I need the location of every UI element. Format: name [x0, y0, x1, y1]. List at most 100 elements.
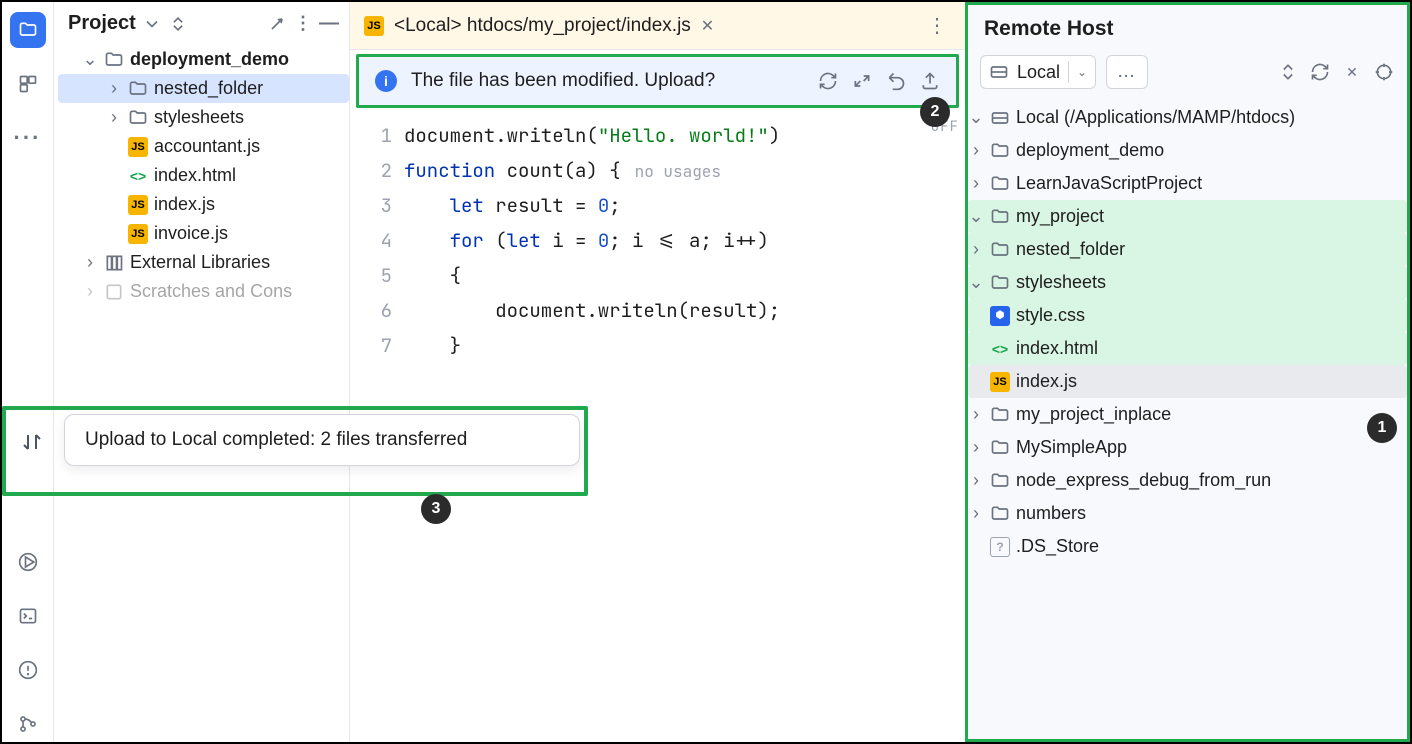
tree-external-libraries[interactable]: › External Libraries: [58, 248, 349, 277]
structure-icon[interactable]: [10, 66, 46, 102]
tree-file-accountant[interactable]: › JS accountant.js: [58, 132, 349, 161]
tree-label: index.js: [154, 194, 215, 215]
chevron-right-icon[interactable]: ›: [968, 173, 984, 194]
remote-folder-my-project[interactable]: ⌄ my_project: [968, 200, 1407, 233]
chevron-right-icon[interactable]: ›: [82, 281, 98, 302]
status-popup-highlight: Upload to Local completed: 2 files trans…: [2, 406, 588, 496]
status-popup: Upload to Local completed: 2 files trans…: [64, 414, 580, 466]
js-file-icon: JS: [990, 372, 1010, 392]
chevron-right-icon[interactable]: ›: [968, 239, 984, 260]
remote-tree: ⌄ Local (/Applications/MAMP/htdocs) › de…: [968, 101, 1407, 739]
chevron-right-icon[interactable]: ›: [106, 78, 122, 99]
more-horizontal-icon[interactable]: ···: [10, 120, 46, 156]
remote-file-css[interactable]: › ⬢ style.css: [968, 299, 1407, 332]
chevron-right-icon[interactable]: ›: [968, 140, 984, 161]
tree-scratches[interactable]: › Scratches and Cons: [58, 277, 349, 306]
project-tree: ⌄ deployment_demo › nested_folder › styl…: [54, 45, 349, 306]
tree-folder-nested[interactable]: › nested_folder: [58, 74, 349, 103]
remote-folder[interactable]: ⌄ stylesheets: [968, 266, 1407, 299]
chevron-down-icon[interactable]: ⌄: [968, 206, 984, 227]
folder-icon: [990, 405, 1010, 425]
more-vertical-icon[interactable]: ⋮: [923, 13, 951, 38]
remote-host-select-label: Local: [1017, 62, 1060, 83]
remote-folder[interactable]: › LearnJavaScriptProject: [968, 167, 1407, 200]
library-icon: [104, 253, 124, 273]
info-icon: i: [375, 70, 397, 92]
remote-file-js-selected[interactable]: › JS index.js: [968, 365, 1407, 398]
run-icon[interactable]: [10, 544, 46, 580]
js-file-icon: JS: [128, 195, 148, 215]
tree-file-index-js[interactable]: › JS index.js: [58, 190, 349, 219]
more-vertical-icon[interactable]: ⋮: [293, 13, 313, 34]
chevron-down-icon[interactable]: ⌄: [82, 49, 98, 70]
tree-label: Local (/Applications/MAMP/htdocs): [1016, 107, 1295, 128]
tree-label: .DS_Store: [1016, 536, 1099, 557]
editor-tab[interactable]: JS <Local> htdocs/my_project/index.js ✕ …: [350, 2, 965, 50]
remote-folder[interactable]: › MySimpleApp: [968, 431, 1407, 464]
tree-label: accountant.js: [154, 136, 260, 157]
refresh-icon[interactable]: [818, 71, 838, 91]
chevron-right-icon[interactable]: ›: [968, 437, 984, 458]
chevron-down-icon[interactable]: ⌄: [968, 107, 984, 128]
tree-label: Scratches and Cons: [130, 281, 292, 302]
tree-label: index.js: [1016, 371, 1077, 392]
project-tool-icon[interactable]: [10, 12, 46, 48]
remote-host-title: Remote Host: [968, 5, 1407, 51]
chevron-right-icon[interactable]: ›: [82, 252, 98, 273]
tree-label: MySimpleApp: [1016, 437, 1127, 458]
status-popup-text: Upload to Local completed: 2 files trans…: [85, 429, 467, 450]
tree-label: my_project: [1016, 206, 1104, 227]
chevron-down-icon[interactable]: [142, 14, 162, 34]
chevron-down-icon[interactable]: ⌄: [1077, 65, 1087, 79]
merge-icon[interactable]: [852, 71, 872, 91]
minimize-icon[interactable]: —: [319, 12, 339, 35]
chevron-right-icon[interactable]: ›: [968, 404, 984, 425]
remote-folder[interactable]: › nested_folder: [968, 233, 1407, 266]
tree-label: deployment_demo: [130, 49, 289, 70]
chevron-right-icon[interactable]: ›: [968, 503, 984, 524]
remote-file-unknown[interactable]: › ? .DS_Store: [968, 530, 1407, 563]
scratches-icon: [104, 282, 124, 302]
tree-label: LearnJavaScriptProject: [1016, 173, 1202, 194]
terminal-icon[interactable]: [10, 598, 46, 634]
problems-icon[interactable]: [10, 652, 46, 688]
tree-file-index-html[interactable]: › <> index.html: [58, 161, 349, 190]
folder-icon: [990, 273, 1010, 293]
close-icon[interactable]: ✕: [1341, 64, 1363, 81]
remote-host-select[interactable]: Local ⌄: [980, 55, 1096, 89]
remote-folder[interactable]: › deployment_demo: [968, 134, 1407, 167]
collapse-icon[interactable]: [267, 14, 287, 34]
refresh-icon[interactable]: [1309, 62, 1331, 82]
collapse-all-icon[interactable]: [1277, 62, 1299, 82]
undo-icon[interactable]: [886, 71, 906, 91]
css-file-icon: ⬢: [990, 306, 1010, 326]
js-file-icon: JS: [128, 137, 148, 157]
tree-file-invoice[interactable]: › JS invoice.js: [58, 219, 349, 248]
tree-label: nested_folder: [1016, 239, 1125, 260]
upload-notification: i The file has been modified. Upload? 2: [356, 54, 959, 108]
tree-label: index.html: [154, 165, 236, 186]
git-icon[interactable]: [10, 706, 46, 742]
remote-folder[interactable]: › numbers: [968, 497, 1407, 530]
tree-label: node_express_debug_from_run: [1016, 470, 1271, 491]
tree-label: deployment_demo: [1016, 140, 1164, 161]
upload-icon[interactable]: [920, 71, 940, 91]
remote-root[interactable]: ⌄ Local (/Applications/MAMP/htdocs): [968, 101, 1407, 134]
tree-folder-root[interactable]: ⌄ deployment_demo: [58, 45, 349, 74]
remote-file-html[interactable]: › <> index.html: [968, 332, 1407, 365]
html-file-icon: <>: [990, 339, 1010, 359]
js-file-icon: JS: [364, 16, 384, 36]
tree-label: invoice.js: [154, 223, 228, 244]
target-icon[interactable]: [1373, 62, 1395, 82]
chevron-right-icon[interactable]: ›: [106, 107, 122, 128]
more-button[interactable]: ...: [1106, 55, 1148, 89]
tab-title: <Local> htdocs/my_project/index.js: [394, 15, 691, 37]
chevron-down-icon[interactable]: ⌄: [968, 272, 984, 293]
tree-folder-stylesheets[interactable]: › stylesheets: [58, 103, 349, 132]
remote-folder[interactable]: › my_project_inplace: [968, 398, 1407, 431]
sort-icon[interactable]: [10, 420, 54, 464]
remote-folder[interactable]: › node_express_debug_from_run: [968, 464, 1407, 497]
close-icon[interactable]: ✕: [701, 16, 714, 36]
chevron-right-icon[interactable]: ›: [968, 470, 984, 491]
expand-icon[interactable]: [168, 14, 188, 34]
